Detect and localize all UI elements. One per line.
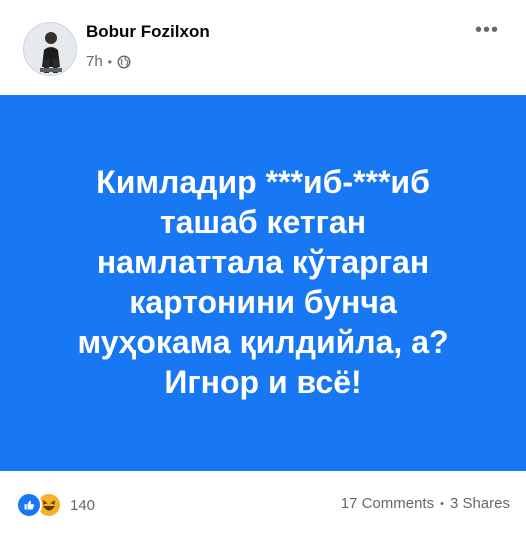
shares-count-link[interactable]: 3 Shares	[450, 495, 510, 512]
post-text-line: ташаб кетган	[159, 203, 367, 240]
reactions-summary[interactable]: 140	[16, 492, 95, 518]
post-stats: 17 Comments • 3 Shares	[341, 495, 510, 512]
stats-separator: •	[440, 497, 444, 510]
avatar[interactable]	[23, 22, 77, 76]
post-text-line: Игнор и всё!	[164, 363, 362, 400]
post-text-line: картонини бунча	[129, 283, 397, 320]
post-time[interactable]: 7h	[86, 53, 103, 70]
post-text: Кимладир ***иб-***иб ташаб кетган намлат…	[28, 162, 498, 402]
post-header: Bobur Fozilxon 7h • •••	[0, 0, 526, 95]
meta-separator: •	[107, 54, 112, 69]
author-name[interactable]: Bobur Fozilxon	[86, 22, 210, 42]
post-text-line: Кимладир ***иб-***иб	[96, 163, 430, 200]
post-meta: 7h •	[86, 53, 131, 70]
post-background: Кимладир ***иб-***иб ташаб кетган намлат…	[0, 95, 526, 471]
globe-icon[interactable]	[117, 55, 131, 69]
reaction-count: 140	[70, 496, 96, 514]
like-icon	[16, 492, 42, 518]
avatar-photo	[24, 23, 76, 75]
post-text-line: муҳокама қилдийла, а?	[77, 323, 449, 360]
comments-count-link[interactable]: 17 Comments	[341, 495, 434, 512]
post-text-line: намлаттала кўтарган	[96, 243, 430, 280]
post-footer: 140 17 Comments • 3 Shares	[0, 471, 526, 537]
more-options-button[interactable]: •••	[472, 18, 502, 42]
